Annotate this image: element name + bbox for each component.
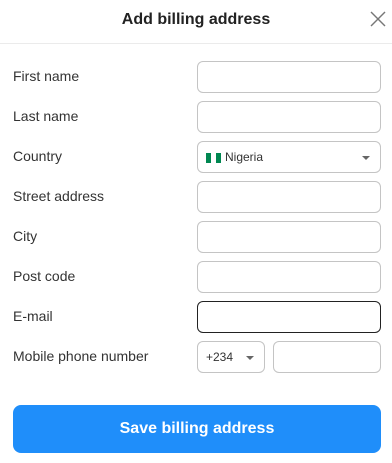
email-label: E-mail xyxy=(13,308,53,324)
city-row: City xyxy=(0,221,392,253)
close-button[interactable] xyxy=(369,10,387,28)
email-input[interactable] xyxy=(197,301,381,333)
street-address-row: Street address xyxy=(0,181,392,213)
close-icon xyxy=(370,11,386,27)
last-name-row: Last name xyxy=(0,101,392,133)
mobile-phone-row: Mobile phone number +234 xyxy=(0,341,392,373)
mobile-phone-input[interactable] xyxy=(273,341,381,373)
billing-address-dialog: Add billing address First name Last name… xyxy=(0,0,392,463)
email-row: E-mail xyxy=(0,301,392,333)
first-name-input[interactable] xyxy=(197,61,381,93)
dialog-header: Add billing address xyxy=(0,0,392,44)
post-code-label: Post code xyxy=(13,268,76,284)
post-code-row: Post code xyxy=(0,261,392,293)
phone-code-value: +234 xyxy=(206,350,234,364)
mobile-phone-label: Mobile phone number xyxy=(13,348,149,364)
save-billing-address-button[interactable]: Save billing address xyxy=(13,405,381,453)
first-name-label: First name xyxy=(13,68,80,84)
street-address-input[interactable] xyxy=(197,181,381,213)
street-address-label: Street address xyxy=(13,188,105,204)
first-name-row: First name xyxy=(0,61,392,93)
last-name-label: Last name xyxy=(13,108,79,124)
nigeria-flag-icon xyxy=(206,153,221,163)
city-input[interactable] xyxy=(197,221,381,253)
chevron-down-icon xyxy=(246,356,254,360)
post-code-input[interactable] xyxy=(197,261,381,293)
last-name-input[interactable] xyxy=(197,101,381,133)
city-label: City xyxy=(13,228,38,244)
dialog-title: Add billing address xyxy=(121,11,271,28)
country-select[interactable]: Nigeria xyxy=(197,141,381,173)
chevron-down-icon xyxy=(362,156,370,160)
phone-code-select[interactable]: +234 xyxy=(197,341,265,373)
country-label: Country xyxy=(13,148,63,164)
country-selected-value: Nigeria xyxy=(225,150,264,164)
country-row: Country Nigeria xyxy=(0,141,392,173)
